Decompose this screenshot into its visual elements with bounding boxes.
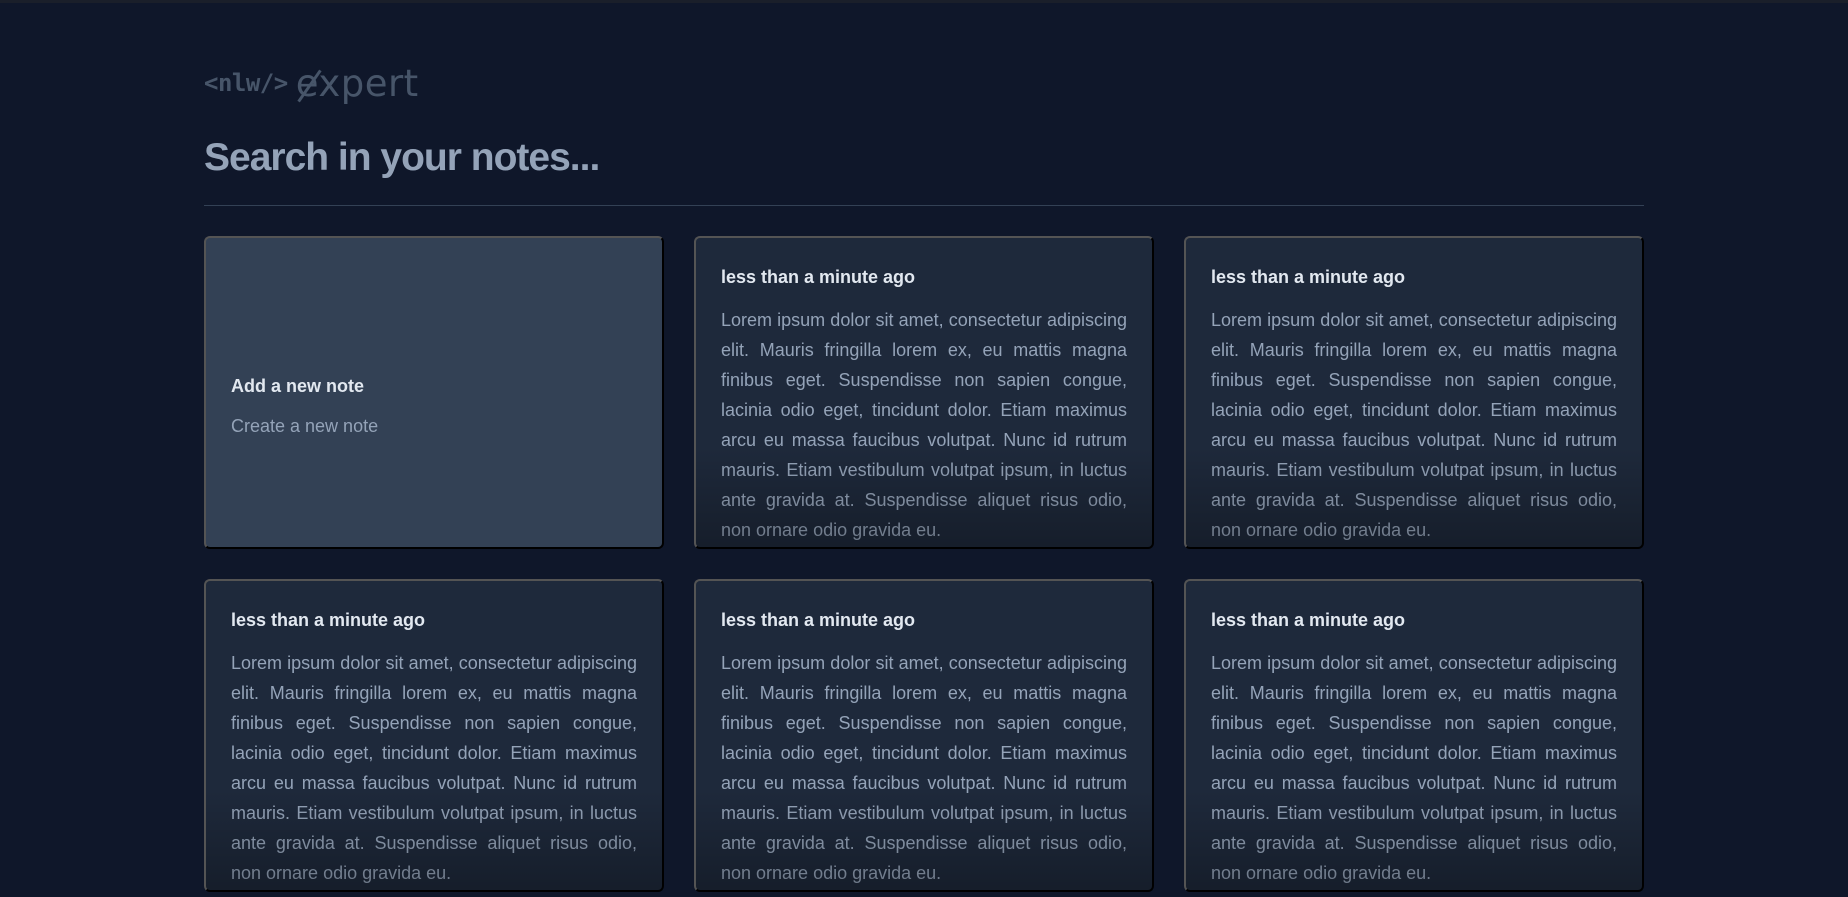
note-card[interactable]: less than a minute ago Lorem ipsum dolor… [694,579,1154,892]
header-divider [204,205,1644,206]
note-date: less than a minute ago [231,610,426,630]
note-card[interactable]: less than a minute ago Lorem ipsum dolor… [1184,579,1644,892]
nlw-expert-logo: <nlw/> expert [204,62,419,104]
note-content: Lorem ipsum dolor sit amet, consectetur … [1211,310,1617,540]
add-note-subtitle: Create a new note [231,415,379,436]
note-card[interactable]: less than a minute ago Lorem ipsum dolor… [1184,236,1644,549]
note-card[interactable]: less than a minute ago Lorem ipsum dolor… [694,236,1154,549]
note-date: less than a minute ago [1211,267,1406,287]
note-date: less than a minute ago [721,610,916,630]
note-content: Lorem ipsum dolor sit amet, consectetur … [721,310,1127,540]
note-date: less than a minute ago [721,267,916,287]
note-content: Lorem ipsum dolor sit amet, consectetur … [721,653,1127,883]
note-content: Lorem ipsum dolor sit amet, consectetur … [1211,653,1617,883]
add-note-title: Add a new note [231,375,365,396]
logo-word: expert [296,65,419,102]
search-input[interactable] [204,128,1644,188]
note-date: less than a minute ago [1211,610,1406,630]
app-container: <nlw/> expert Add a new note Create a ne… [204,0,1644,897]
logo-tag: <nlw/> [204,69,288,97]
note-content: Lorem ipsum dolor sit amet, consectetur … [231,653,637,883]
add-note-card[interactable]: Add a new note Create a new note [204,236,664,549]
note-card[interactable]: less than a minute ago Lorem ipsum dolor… [204,579,664,892]
notes-grid: Add a new note Create a new note less th… [204,236,1644,892]
logo-word-text: expert [295,61,419,105]
